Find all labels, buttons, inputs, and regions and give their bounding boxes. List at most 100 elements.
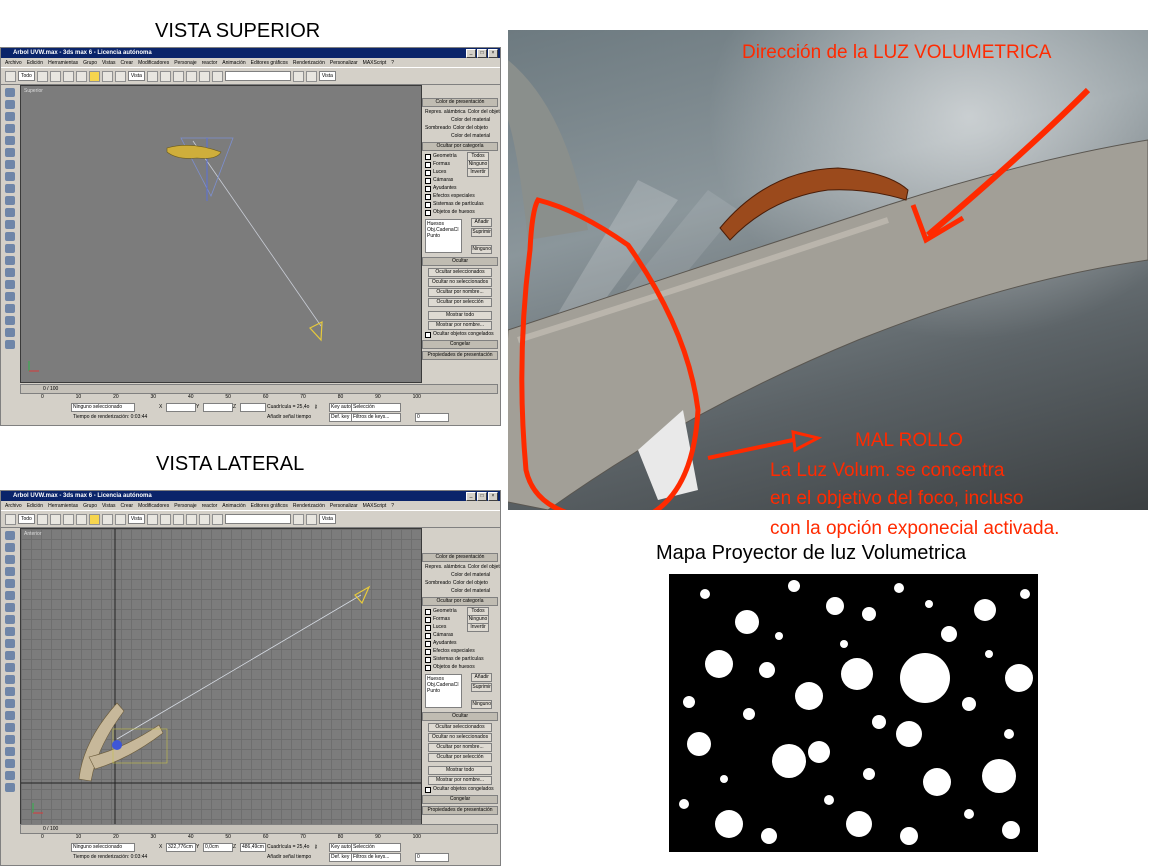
current-frame-input[interactable]: 0 xyxy=(415,853,449,862)
x-coord-input[interactable] xyxy=(166,403,196,412)
checkbox[interactable] xyxy=(425,664,431,671)
tool-icon[interactable] xyxy=(5,603,15,612)
material-editor-icon[interactable] xyxy=(198,70,210,82)
select-icon[interactable] xyxy=(36,70,48,82)
none-list-button[interactable]: Ninguno xyxy=(471,700,492,709)
hide-frozen-row[interactable]: Ocultar objetos congelados xyxy=(425,786,495,793)
tool-icon[interactable] xyxy=(5,208,15,217)
align-icon[interactable] xyxy=(185,513,197,525)
tool-icon[interactable] xyxy=(5,196,15,205)
menu-item[interactable]: Edición xyxy=(27,59,43,67)
checkbox[interactable] xyxy=(425,640,431,647)
menu-item[interactable]: Modificadores xyxy=(138,59,169,67)
selection-set-dropdown[interactable]: Selección xyxy=(351,403,401,412)
undo-icon[interactable] xyxy=(5,513,16,525)
window-crossing-icon[interactable] xyxy=(75,70,87,82)
menu-item[interactable]: Renderización xyxy=(293,502,325,510)
category-row[interactable]: Objetos de huesos xyxy=(425,664,495,671)
close-button[interactable]: × xyxy=(488,492,498,501)
category-row[interactable]: Objetos de huesos xyxy=(425,209,495,216)
menu-item[interactable]: MAXScript xyxy=(363,502,387,510)
y-coord-input[interactable]: 0,0cm xyxy=(203,843,233,852)
checkbox[interactable] xyxy=(425,161,431,168)
material-editor-icon[interactable] xyxy=(198,513,210,525)
tool-icon[interactable] xyxy=(5,639,15,648)
render-scene-icon[interactable] xyxy=(292,70,304,82)
category-row[interactable]: Luces Invertir xyxy=(425,623,495,632)
select-by-name-icon[interactable] xyxy=(49,513,61,525)
tool-icon[interactable] xyxy=(5,268,15,277)
render-type-dropdown[interactable]: Vista xyxy=(318,71,336,81)
checkbox[interactable] xyxy=(425,608,431,615)
radio-shaded-material[interactable]: Color del material xyxy=(451,133,490,140)
category-row[interactable]: Formas Ninguno xyxy=(425,160,495,169)
menu-item[interactable]: Editores gráficos xyxy=(251,59,288,67)
selection-filter-dropdown[interactable]: Todo xyxy=(18,514,35,524)
checkbox[interactable] xyxy=(425,201,431,208)
tool-icon[interactable] xyxy=(5,675,15,684)
checkbox[interactable] xyxy=(425,209,431,216)
window-crossing-icon[interactable] xyxy=(75,513,87,525)
menu-item[interactable]: Crear xyxy=(121,502,134,510)
menu-item[interactable]: Personaje xyxy=(174,502,197,510)
unhide-by-name-button[interactable]: Mostrar por nombre... xyxy=(428,776,492,785)
menu-item[interactable]: Edición xyxy=(27,502,43,510)
tool-icon[interactable] xyxy=(5,651,15,660)
maximize-button[interactable]: □ xyxy=(477,492,487,501)
hide-selected-button[interactable]: Ocultar seleccionados xyxy=(428,723,492,732)
z-coord-input[interactable]: 486,49cm xyxy=(240,843,266,852)
remove-button[interactable]: Suprimir xyxy=(471,683,492,692)
menu-item[interactable]: reactor xyxy=(202,502,218,510)
mirror-icon[interactable] xyxy=(172,513,184,525)
menu-item[interactable]: reactor xyxy=(202,59,218,67)
rotate-icon[interactable] xyxy=(101,513,113,525)
tool-icon[interactable] xyxy=(5,783,15,792)
menu-item[interactable]: Personaje xyxy=(174,59,197,67)
maximize-button[interactable]: □ xyxy=(477,49,487,58)
tool-icon[interactable] xyxy=(5,316,15,325)
reference-coord-dropdown[interactable]: Vista xyxy=(127,514,145,524)
menu-item[interactable]: Personalizar xyxy=(330,59,358,67)
category-row[interactable]: Cámaras xyxy=(425,632,495,639)
checkbox[interactable] xyxy=(425,632,431,639)
unhide-all-button[interactable]: Mostrar todo xyxy=(428,766,492,775)
radio-shaded-material[interactable]: Color del material xyxy=(451,588,490,595)
rollout-display-props[interactable]: Propiedades de presentación xyxy=(422,351,498,360)
mirror-icon[interactable] xyxy=(172,70,184,82)
key-filters-button[interactable]: Filtros de keys... xyxy=(351,413,401,422)
hide-frozen-row[interactable]: Ocultar objetos congelados xyxy=(425,331,495,338)
tool-icon[interactable] xyxy=(5,160,15,169)
object-list[interactable]: Huesos Obj.CadenaCI Punto xyxy=(425,674,463,708)
checkbox[interactable] xyxy=(425,656,431,663)
rotate-icon[interactable] xyxy=(101,70,113,82)
pivot-icon[interactable] xyxy=(146,513,158,525)
tool-icon[interactable] xyxy=(5,148,15,157)
checkbox[interactable] xyxy=(425,169,431,176)
rollout-hide[interactable]: Ocultar xyxy=(422,257,498,266)
viewport-front[interactable]: Anterior xyxy=(20,528,422,826)
invert-button[interactable]: Invertir xyxy=(467,623,489,632)
tool-icon[interactable] xyxy=(5,220,15,229)
render-scene-icon[interactable] xyxy=(292,513,304,525)
key-filters-button[interactable]: Filtros de keys... xyxy=(351,853,401,862)
hide-unselected-button[interactable]: Ocultar no seleccionados xyxy=(428,278,492,287)
z-coord-input[interactable] xyxy=(240,403,266,412)
tool-icon[interactable] xyxy=(5,340,15,349)
set-key-button[interactable]: Def. key xyxy=(329,413,353,422)
menu-item[interactable]: Modificadores xyxy=(138,502,169,510)
tool-icon[interactable] xyxy=(5,735,15,744)
time-slider[interactable]: 0 / 100 xyxy=(20,824,498,834)
menu-item[interactable]: Editores gráficos xyxy=(251,502,288,510)
category-row[interactable]: Ayudantes xyxy=(425,185,495,192)
tool-icon[interactable] xyxy=(5,531,15,540)
align-icon[interactable] xyxy=(185,70,197,82)
tool-icon[interactable] xyxy=(5,591,15,600)
tool-icon[interactable] xyxy=(5,304,15,313)
category-row[interactable]: Geometría Todos xyxy=(425,152,495,161)
time-slider[interactable]: 0 / 100 xyxy=(20,384,498,394)
selection-filter-dropdown[interactable]: Todo xyxy=(18,71,35,81)
checkbox[interactable] xyxy=(425,185,431,192)
add-time-tag[interactable]: Añadir señal tiempo xyxy=(267,414,311,420)
tool-icon[interactable] xyxy=(5,100,15,109)
object-list[interactable]: Huesos Obj.CadenaCI Punto xyxy=(425,219,463,253)
